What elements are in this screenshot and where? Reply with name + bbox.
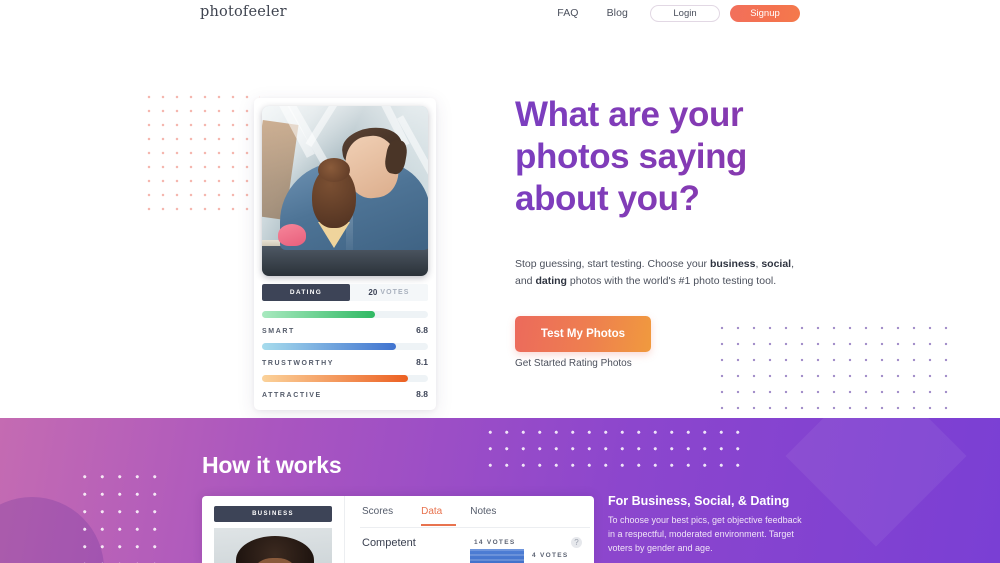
votes-badge: 20 VOTES bbox=[350, 284, 428, 301]
score-row-trustworthy: TRUSTWORTHY 8.1 bbox=[262, 343, 428, 367]
score-row-smart: SMART 6.8 bbox=[262, 311, 428, 335]
tab-business[interactable]: BUSINESS bbox=[214, 506, 332, 522]
score-bar-track bbox=[262, 343, 428, 350]
how-it-works-title: How it works bbox=[202, 452, 342, 478]
lede-bold-business: business bbox=[709, 258, 756, 270]
tab-scores[interactable]: Scores bbox=[362, 506, 407, 526]
score-value-trustworthy: 8.1 bbox=[416, 357, 428, 367]
tab-notes[interactable]: Notes bbox=[470, 506, 510, 526]
score-value-smart: 6.8 bbox=[416, 325, 428, 335]
score-bar-fill bbox=[262, 375, 409, 382]
white-dot-grid-left bbox=[76, 468, 168, 563]
score-bar-track bbox=[262, 311, 428, 318]
histogram-bar-primary bbox=[470, 549, 524, 563]
pink-dot-grid-decoration bbox=[142, 90, 260, 214]
hero-lede: Stop guessing, start testing. Choose you… bbox=[515, 256, 800, 290]
signup-button[interactable]: Signup bbox=[730, 4, 800, 22]
lede-bold-social: social bbox=[761, 258, 792, 270]
histogram-label-14-votes: 14 VOTES bbox=[474, 539, 516, 546]
score-label-attractive: ATTRACTIVE bbox=[262, 392, 322, 399]
tab-data[interactable]: Data bbox=[421, 506, 457, 526]
score-row-attractive: ATTRACTIVE 8.8 bbox=[262, 375, 428, 399]
diamond-decoration bbox=[785, 418, 967, 547]
logo-photofeeler[interactable]: photofeeler bbox=[200, 4, 287, 20]
purple-dot-grid-decoration bbox=[714, 320, 956, 418]
login-button[interactable]: Login bbox=[650, 4, 720, 22]
white-dot-grid-top bbox=[482, 424, 744, 474]
card-divider bbox=[344, 496, 345, 563]
tab-dating[interactable]: DATING bbox=[262, 284, 350, 301]
hero-section: DATING 20 VOTES SMART 6.8 TRUSTWORTHY 8.… bbox=[0, 26, 1000, 418]
lede-text-4: photos with the world's #1 photo testing… bbox=[566, 275, 777, 287]
trait-label-competent: Competent bbox=[362, 537, 416, 549]
score-label-smart: SMART bbox=[262, 328, 295, 335]
nav-blog[interactable]: Blog bbox=[593, 7, 642, 19]
photo-score-card[interactable]: DATING 20 VOTES SMART 6.8 TRUSTWORTHY 8.… bbox=[254, 98, 436, 410]
feature-title: For Business, Social, & Dating bbox=[608, 494, 790, 508]
main-nav: FAQ Blog Login Signup bbox=[543, 0, 800, 26]
card-category-tabs[interactable]: DATING 20 VOTES bbox=[262, 284, 428, 301]
preview-card-tabs: Scores Data Notes bbox=[362, 506, 524, 526]
nav-faq[interactable]: FAQ bbox=[543, 7, 592, 19]
test-my-photos-button[interactable]: Test My Photos bbox=[515, 316, 651, 352]
site-header: photofeeler FAQ Blog Login Signup bbox=[0, 0, 1000, 26]
score-bar-fill bbox=[262, 311, 375, 318]
histogram-label-4-votes: 4 VOTES bbox=[532, 552, 569, 559]
preview-photo-column: BUSINESS bbox=[202, 496, 344, 563]
tabs-underline bbox=[360, 527, 590, 528]
score-value-attractive: 8.8 bbox=[416, 389, 428, 399]
page-title: What are your photos saying about you? bbox=[515, 94, 815, 220]
man-with-ice-cream-photo bbox=[262, 106, 428, 276]
score-bar-fill bbox=[262, 343, 397, 350]
score-label-trustworthy: TRUSTWORTHY bbox=[262, 360, 335, 367]
lede-bold-dating: dating bbox=[535, 275, 567, 287]
preview-photo bbox=[214, 528, 332, 563]
lede-text-1: Stop guessing, start testing. Choose you… bbox=[515, 258, 710, 270]
feature-body: To choose your best pics, get objective … bbox=[608, 515, 802, 553]
votes-count: 20 bbox=[368, 288, 378, 297]
help-icon[interactable]: ? bbox=[571, 537, 582, 548]
landing-page: photofeeler FAQ Blog Login Signup DATING… bbox=[0, 0, 1000, 563]
how-it-works-preview-card[interactable]: BUSINESS Scores Data Notes Competent ? 1… bbox=[202, 496, 594, 563]
cta-subtext: Get Started Rating Photos bbox=[515, 358, 632, 369]
score-bar-track bbox=[262, 375, 428, 382]
votes-label: VOTES bbox=[380, 289, 410, 296]
